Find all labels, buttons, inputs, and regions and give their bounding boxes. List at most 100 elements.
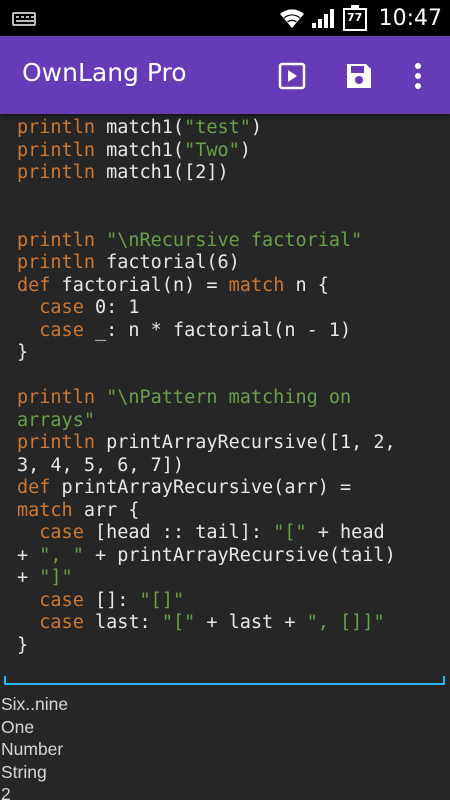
code-line: } [17, 342, 447, 365]
code-line: match arr { [17, 500, 447, 523]
play-icon[interactable] [276, 60, 308, 92]
save-icon[interactable] [343, 60, 375, 92]
code-string: "test" [184, 117, 251, 138]
status-bar: 77 10:47 [0, 0, 450, 36]
status-icons: 77 10:47 [279, 0, 442, 36]
code-token: } [17, 342, 29, 363]
code-keyword: println [17, 117, 95, 138]
code-token: match1( [94, 139, 185, 161]
code-keyword: def [17, 274, 51, 296]
code-keyword: println [17, 229, 95, 251]
code-token: factorial(n) = [50, 274, 229, 296]
code-keyword: case [39, 522, 84, 543]
code-token: n { [284, 274, 329, 296]
code-keyword: def [17, 477, 51, 498]
output-console: Six..nine One Number String 2 [0, 693, 450, 800]
code-token: + printArrayRecursive(tail) [83, 544, 396, 566]
code-token: + head [306, 522, 385, 543]
code-token: 0: 1 [83, 297, 140, 318]
code-token: printArrayRecursive(arr) = [50, 477, 352, 498]
code-keyword: println [17, 432, 95, 453]
code-keyword: match [17, 499, 73, 521]
code-string: "Two" [184, 139, 240, 161]
code-token: arr { [72, 499, 140, 521]
app-title: OwnLang Pro [22, 58, 187, 87]
code-token: _: n * factorial(n - 1) [83, 319, 352, 341]
code-line: + "]" [17, 567, 447, 590]
wifi-icon [279, 9, 304, 28]
clock: 10:47 [378, 5, 442, 31]
code-token: []: [83, 589, 140, 611]
code-keyword: println [17, 162, 95, 183]
code-line: case 0: 1 [17, 297, 447, 320]
code-string: "[" [161, 612, 196, 633]
code-line: def factorial(n) = match n { [17, 275, 447, 298]
code-line: case []: "[]" [17, 590, 447, 613]
code-line: println "\nPattern matching on [17, 387, 447, 410]
code-line: arrays" [17, 410, 447, 433]
battery-icon: 77 [342, 5, 367, 31]
code-token: ) [239, 139, 251, 161]
output-line: Six..nine [1, 694, 69, 714]
code-string: "\nRecursive factorial" [106, 229, 363, 251]
code-string: "\nPattern matching on [106, 387, 352, 408]
code-line: println printArrayRecursive([1, 2, [17, 432, 447, 455]
output-line: One [1, 716, 35, 737]
output-line: Number [1, 739, 64, 759]
code-keyword: match [228, 274, 285, 296]
code-token: [head :: tail]: [83, 522, 274, 543]
app-bar: OwnLang Pro [0, 36, 450, 114]
editor-output-divider[interactable] [4, 676, 445, 685]
more-vert-icon[interactable] [402, 60, 434, 92]
code-text[interactable]: println match1("test") println match1("Tw… [17, 117, 447, 657]
code-line: case [head :: tail]: "[" + head [17, 522, 447, 545]
code-line: } [17, 635, 447, 658]
code-token: + [17, 544, 40, 566]
code-string: "]" [39, 567, 73, 588]
code-line: println match1("Two") [17, 140, 447, 163]
output-line: String [1, 761, 47, 782]
code-keyword: case [39, 319, 84, 341]
code-line: println match1([2]) [17, 162, 447, 185]
battery-level: 77 [346, 11, 363, 24]
code-keyword: println [17, 139, 95, 161]
code-line: println factorial(6) [17, 252, 447, 275]
code-keyword: case [39, 589, 84, 611]
code-token: + last + [195, 612, 307, 633]
code-token: 3, 4, 5, 6, 7]) [17, 454, 185, 476]
code-token: match1( [94, 117, 185, 138]
code-keyword: println [17, 387, 95, 408]
code-string: ", []]" [306, 612, 385, 633]
code-token: } [17, 634, 29, 656]
output-line: 2 [1, 784, 11, 800]
code-token: match1([2]) [94, 162, 229, 183]
code-line: println match1("test") [17, 117, 447, 140]
code-editor[interactable]: println match1("test") println match1("Tw… [0, 114, 450, 680]
code-line: 3, 4, 5, 6, 7]) [17, 455, 447, 478]
code-keyword: case [39, 612, 84, 633]
code-token: last: [83, 612, 162, 633]
signal-icon [311, 9, 334, 28]
code-line: case _: n * factorial(n - 1) [17, 320, 447, 343]
code-string: ", " [39, 544, 84, 566]
code-line: println "\nRecursive factorial" [17, 230, 447, 253]
keyboard-icon [12, 12, 36, 26]
code-line: + ", " + printArrayRecursive(tail) [17, 545, 447, 568]
code-string: "[" [273, 522, 307, 543]
code-token: printArrayRecursive([1, 2, [94, 432, 396, 453]
code-string: arrays" [17, 409, 95, 431]
code-token: ) [250, 117, 263, 138]
code-line: def printArrayRecursive(arr) = [17, 477, 447, 500]
code-keyword: println [17, 252, 95, 273]
code-keyword: case [39, 297, 84, 318]
code-line: case last: "[" + last + ", []]" [17, 612, 447, 635]
